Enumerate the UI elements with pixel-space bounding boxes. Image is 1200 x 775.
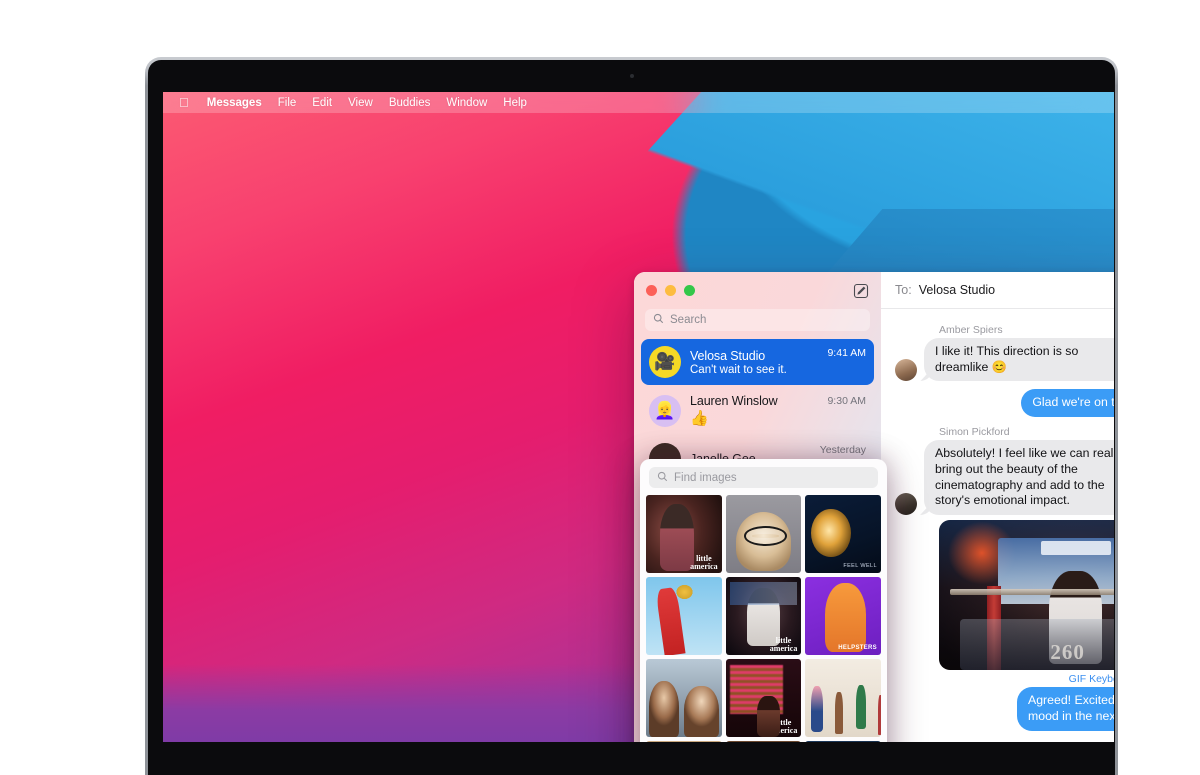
- close-button[interactable]: [646, 285, 657, 296]
- menu-item-edit[interactable]: Edit: [312, 97, 332, 109]
- sidebar-search-wrap: Search: [634, 309, 881, 331]
- message-sender-label: Amber Spiers: [939, 741, 1114, 742]
- menu-item-messages[interactable]: Messages: [207, 97, 262, 109]
- message-sender-label: Amber Spiers: [939, 324, 1003, 336]
- message-bubble-incoming[interactable]: I like it! This direction is so dreamlik…: [924, 338, 1114, 382]
- conversation-name: Lauren Winslow: [690, 394, 778, 408]
- conversation-time: 9:41 AM: [827, 347, 866, 359]
- gif-tile[interactable]: little america: [646, 495, 722, 573]
- gif-tile[interactable]: Dickinson: [805, 741, 881, 742]
- avatar: 👱‍♀️: [649, 394, 681, 427]
- recipient-name[interactable]: Velosa Studio: [919, 283, 995, 297]
- gif-tile[interactable]: [646, 577, 722, 655]
- gif-number-plate: 260: [1050, 639, 1085, 664]
- compose-pencil-icon[interactable]: [853, 283, 869, 299]
- message-bubble-outgoing[interactable]: Glad we're on the same page.: [1021, 389, 1114, 418]
- avatar: [895, 359, 917, 382]
- window-controls[interactable]: [646, 285, 695, 296]
- menu-item-window[interactable]: Window: [446, 97, 487, 109]
- apple-logo-icon[interactable]: : [179, 96, 189, 109]
- avatar: 🎥: [649, 346, 681, 378]
- message-sender-label: Simon Pickford: [939, 426, 1010, 439]
- avatar-emoji: 👱‍♀️: [654, 400, 676, 420]
- conversation-time: Yesterday: [819, 444, 866, 456]
- menu-item-view[interactable]: View: [348, 97, 373, 109]
- conversation-name: Velosa Studio: [690, 348, 766, 363]
- sidebar-titlebar: [634, 272, 881, 309]
- conversation-item-lauren-winslow[interactable]: 👱‍♀️ Lauren Winslow 👍 9:30 AM: [641, 387, 874, 434]
- find-images-placeholder: Find images: [674, 471, 737, 484]
- to-label: To:: [895, 283, 912, 297]
- search-icon: [657, 471, 668, 485]
- menu-bar[interactable]:  Messages File Edit View Buddies Window…: [163, 92, 1114, 113]
- search-input[interactable]: Search: [645, 309, 870, 331]
- avatar-emoji: 🎥: [654, 352, 676, 371]
- avatar: [895, 493, 917, 516]
- menu-item-buddies[interactable]: Buddies: [389, 97, 431, 109]
- gif-image[interactable]: 260 little america: [939, 520, 1114, 671]
- message-bubble-outgoing[interactable]: Agreed! Excited to capture this mood in …: [1017, 687, 1114, 731]
- gif-picker-popover[interactable]: Find images little america FEEL WELL litt…: [640, 459, 887, 742]
- message-row: I like it! This direction is so dreamlik…: [895, 338, 1114, 382]
- gif-tile[interactable]: little america: [725, 659, 802, 737]
- conversation-snippet: 👍: [690, 410, 709, 427]
- gif-tile[interactable]: [725, 741, 802, 742]
- gif-keyboard-link[interactable]: GIF Keyboard: [1069, 673, 1114, 685]
- message-row: Absolutely! I feel like we can really br…: [895, 440, 1114, 516]
- minimize-button[interactable]: [665, 285, 676, 296]
- gif-picker-search-wrap: Find images: [640, 459, 887, 495]
- conversation-item-velosa-studio[interactable]: 🎥 Velosa Studio Can't wait to see it. 9:…: [641, 339, 874, 385]
- gif-tile[interactable]: HELPSTERS: [805, 577, 881, 655]
- search-icon: [653, 313, 664, 327]
- webcam-icon: [629, 74, 634, 78]
- message-row: Agreed! Excited to capture this mood in …: [895, 687, 1114, 731]
- gif-tile-badge: little america: [769, 636, 798, 653]
- menu-item-file[interactable]: File: [278, 97, 297, 109]
- search-placeholder: Search: [670, 314, 707, 326]
- zoom-button[interactable]: [684, 285, 695, 296]
- gif-tile-badge: FEEL WELL: [843, 563, 877, 569]
- message-row: Glad we're on the same page.: [895, 389, 1114, 418]
- conversation-text: Lauren Winslow 👍: [690, 394, 818, 427]
- conversation-snippet: Can't wait to see it.: [690, 363, 787, 376]
- conversation-text: Velosa Studio Can't wait to see it.: [690, 349, 818, 376]
- gif-tile[interactable]: [725, 495, 802, 573]
- conversation-pane: To: Velosa Studio Amber Spiers I like it…: [881, 272, 1114, 742]
- gif-tile[interactable]: [646, 741, 722, 742]
- desktop-screen:  Messages File Edit View Buddies Window…: [163, 92, 1114, 742]
- conversation-time: 9:30 AM: [827, 395, 866, 407]
- message-bubble-incoming[interactable]: Absolutely! I feel like we can really br…: [924, 440, 1114, 516]
- gif-tile-badge: HELPSTERS: [838, 645, 877, 651]
- gif-tile[interactable]: [646, 659, 722, 737]
- gif-credit: GIF Keyboard via #images: [895, 673, 1114, 685]
- gif-attachment[interactable]: 260 little america: [939, 520, 1114, 671]
- gif-tile[interactable]: little america: [725, 577, 802, 655]
- gif-picker-grid[interactable]: little america FEEL WELL little america HE…: [640, 495, 887, 742]
- conversation-header: To: Velosa Studio: [881, 272, 1114, 309]
- screenshot-root:  Messages File Edit View Buddies Window…: [0, 0, 1200, 775]
- find-images-input[interactable]: Find images: [649, 467, 878, 488]
- gif-tile[interactable]: FEEL WELL: [805, 495, 881, 573]
- gif-tile-badge: little america: [769, 718, 798, 735]
- menu-item-help[interactable]: Help: [503, 97, 527, 109]
- message-thread[interactable]: Amber Spiers I like it! This direction i…: [881, 309, 1114, 742]
- gif-tile-badge: little america: [690, 554, 718, 571]
- gif-tile[interactable]: [805, 659, 881, 737]
